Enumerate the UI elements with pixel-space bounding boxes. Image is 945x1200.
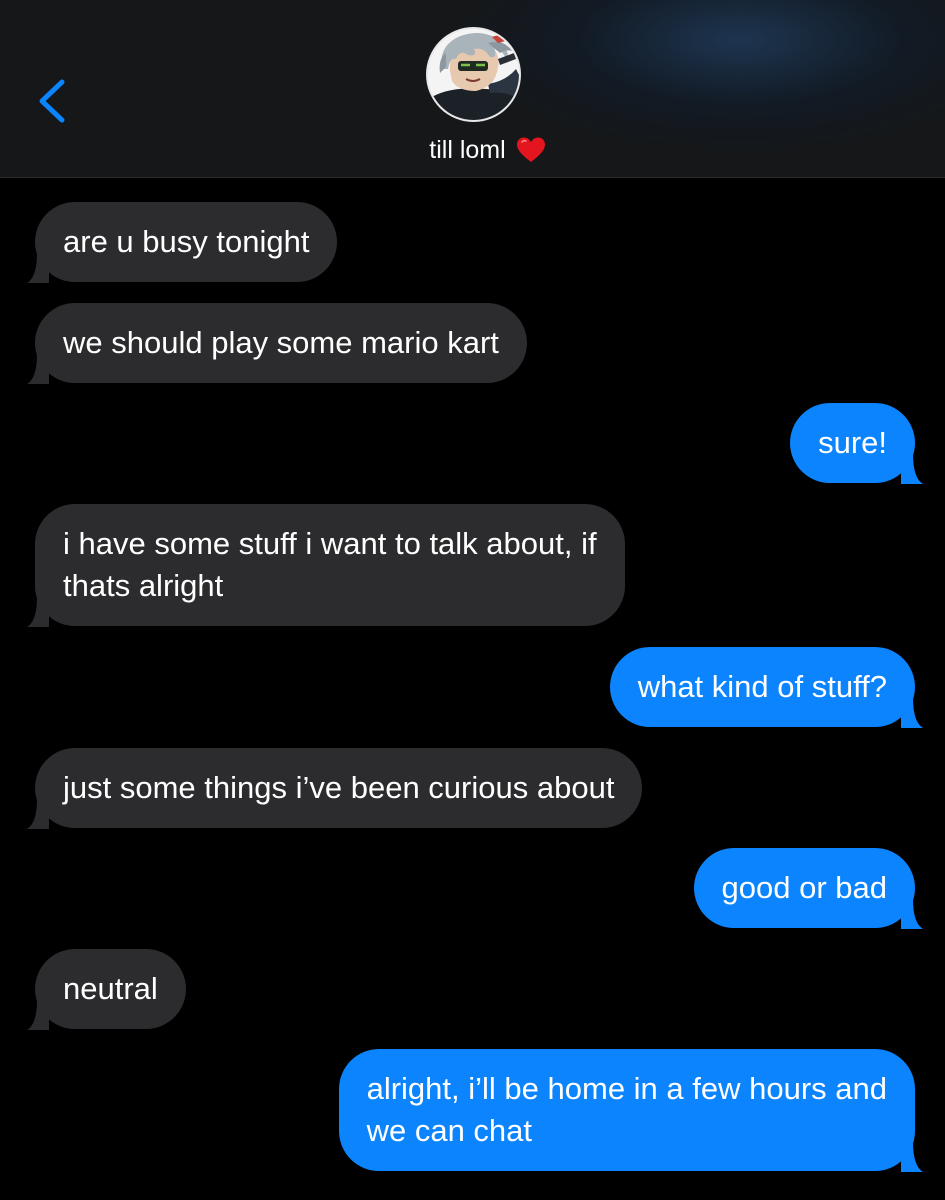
bubble-tail [901, 899, 923, 929]
contact-avatar[interactable] [428, 29, 519, 120]
message-text: thats alright [63, 568, 224, 603]
bubble-tail [27, 354, 49, 384]
message-text: we can chat [366, 1113, 533, 1148]
bubble-tail [901, 1142, 923, 1172]
message-bubble-incoming[interactable]: just some things i’ve been curious about [27, 748, 643, 829]
bubble-tail [27, 799, 49, 829]
conversation-header: till loml [0, 0, 945, 178]
message-bubble-outgoing[interactable]: what kind of stuff? [609, 647, 923, 728]
message-bubble-incoming[interactable]: are u busy tonight [27, 202, 338, 283]
bubble-tail [27, 1000, 49, 1030]
bubble-tail [27, 597, 49, 627]
heart-icon [516, 136, 546, 164]
contact-name: till loml [429, 136, 506, 164]
bubble-tail [901, 698, 923, 728]
chevron-left-icon [39, 79, 65, 123]
message-text: just some things i’ve been curious about [63, 770, 615, 805]
message-bubble-incoming[interactable]: neutral [27, 949, 186, 1030]
contact-name-row[interactable]: till loml [0, 132, 945, 168]
message-bubble-outgoing[interactable]: sure! [790, 403, 923, 484]
message-text: neutral [63, 971, 158, 1006]
bubble-tail [27, 253, 49, 283]
message-text: alright, i’ll be home in a few hours and [366, 1071, 887, 1106]
message-text: good or bad [721, 870, 887, 905]
message-text: are u busy tonight [63, 224, 310, 259]
message-bubble-outgoing[interactable]: alright, i’ll be home in a few hours and… [338, 1049, 923, 1172]
message-text: we should play some mario kart [63, 325, 499, 360]
message-text: i have some stuff i want to talk about, … [63, 526, 597, 561]
bubble-tail [901, 454, 923, 484]
message-text: what kind of stuff? [637, 669, 887, 704]
message-text: sure! [818, 425, 887, 460]
message-bubble-incoming[interactable]: i have some stuff i want to talk about, … [27, 504, 625, 627]
back-button[interactable] [30, 70, 80, 130]
message-bubble-incoming[interactable]: we should play some mario kart [27, 303, 527, 384]
message-bubble-outgoing[interactable]: good or bad [693, 848, 923, 929]
